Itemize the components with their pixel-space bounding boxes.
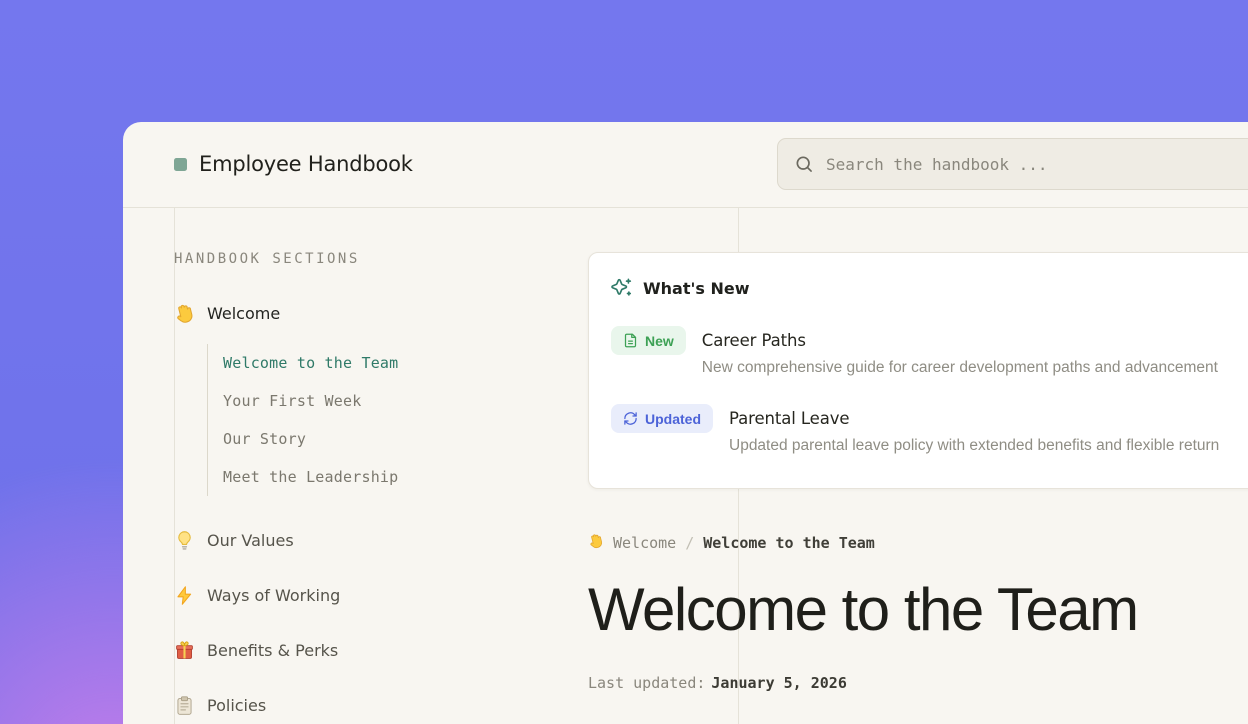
status-badge-new: New — [611, 326, 686, 355]
sidebar-item-label: Our Values — [207, 531, 294, 550]
refresh-icon — [623, 411, 638, 426]
app-header: Employee Handbook — [123, 122, 1248, 207]
sidebar-item-ways-of-working[interactable]: Ways of Working — [174, 585, 594, 606]
doc-icon — [623, 333, 638, 348]
sidebar-section-policies: Policies — [174, 695, 594, 716]
sidebar-sublist: Welcome to the TeamYour First WeekOur St… — [207, 344, 594, 496]
sparkles-icon — [611, 277, 633, 299]
zap-icon — [174, 585, 195, 606]
last-updated-value: January 5, 2026 — [711, 674, 846, 692]
search-input[interactable] — [826, 155, 1248, 174]
whats-new-items: New Career Paths New comprehensive guide f… — [611, 326, 1248, 455]
gift-icon — [174, 640, 195, 661]
app-title: Employee Handbook — [199, 152, 413, 176]
page-title: Welcome to the Team — [588, 575, 1248, 644]
last-updated: Last updated: January 5, 2026 — [588, 674, 1248, 692]
sidebar-section-our-values: Our Values — [174, 530, 594, 551]
app-brand: Employee Handbook — [174, 152, 413, 176]
last-updated-label: Last updated: — [588, 674, 705, 692]
sidebar-item-benefits-perks[interactable]: Benefits & Perks — [174, 640, 594, 661]
sidebar-section-benefits-perks: Benefits & Perks — [174, 640, 594, 661]
whats-new-item-career-paths[interactable]: New Career Paths New comprehensive guide f… — [611, 326, 1248, 377]
sidebar-heading: HANDBOOK SECTIONS — [174, 251, 594, 267]
wave-icon — [588, 533, 604, 553]
sidebar-item-welcome[interactable]: Welcome — [174, 303, 594, 324]
whats-new-item-description: Updated parental leave policy with exten… — [729, 437, 1219, 455]
status-badge-label: New — [645, 333, 674, 349]
handbook-app-window: Employee Handbook HANDBOOK SECTIONS Welc… — [123, 122, 1248, 724]
sidebar-section-welcome: Welcome Welcome to the TeamYour First Wee… — [174, 303, 594, 496]
wave-icon — [174, 303, 195, 324]
sidebar-item-label: Welcome — [207, 304, 280, 323]
breadcrumb-section-link[interactable]: Welcome — [613, 534, 676, 552]
whats-new-item-parental-leave[interactable]: Updated Parental Leave Updated parental le… — [611, 404, 1248, 455]
whats-new-item-text: Career Paths New comprehensive guide for … — [702, 326, 1218, 377]
bulb-icon — [174, 530, 195, 551]
app-logo-icon — [174, 158, 187, 171]
sidebar-section-ways-of-working: Ways of Working — [174, 585, 594, 606]
sidebar-item-policies[interactable]: Policies — [174, 695, 594, 716]
sidebar-item-our-values[interactable]: Our Values — [174, 530, 594, 551]
sidebar-item-label: Benefits & Perks — [207, 641, 338, 660]
main-content: What's New New Career Paths New comprehens… — [588, 207, 1248, 692]
clipboard-icon — [174, 695, 195, 716]
whats-new-item-title: Parental Leave — [729, 404, 1219, 433]
breadcrumb-current-page: Welcome to the Team — [703, 534, 875, 552]
search-icon — [794, 154, 814, 174]
whats-new-card: What's New New Career Paths New comprehens… — [588, 252, 1248, 489]
desktop-background: { "app": { "title": "Employee Handbook" … — [0, 0, 1248, 724]
whats-new-item-text: Parental Leave Updated parental leave pol… — [729, 404, 1219, 455]
whats-new-title: What's New — [643, 279, 750, 298]
status-badge-label: Updated — [645, 411, 701, 427]
sidebar-subitem-your-first-week[interactable]: Your First Week — [223, 382, 594, 420]
whats-new-item-title: Career Paths — [702, 326, 1218, 355]
sidebar-subitem-meet-the-leadership[interactable]: Meet the Leadership — [223, 458, 594, 496]
whats-new-item-description: New comprehensive guide for career devel… — [702, 359, 1218, 377]
whats-new-header: What's New — [611, 277, 1248, 299]
status-badge-updated: Updated — [611, 404, 713, 433]
sidebar-subitem-welcome-to-the-team[interactable]: Welcome to the Team — [223, 344, 594, 382]
search-bar[interactable] — [777, 138, 1248, 190]
breadcrumb: Welcome / Welcome to the Team — [588, 533, 1248, 553]
sidebar-item-label: Policies — [207, 696, 266, 715]
breadcrumb-separator: / — [685, 534, 694, 552]
sidebar-subitem-our-story[interactable]: Our Story — [223, 420, 594, 458]
sidebar-item-label: Ways of Working — [207, 586, 340, 605]
sidebar-nav: Welcome Welcome to the TeamYour First Wee… — [174, 303, 594, 716]
sidebar: HANDBOOK SECTIONS Welcome Welcome to the … — [174, 207, 594, 716]
